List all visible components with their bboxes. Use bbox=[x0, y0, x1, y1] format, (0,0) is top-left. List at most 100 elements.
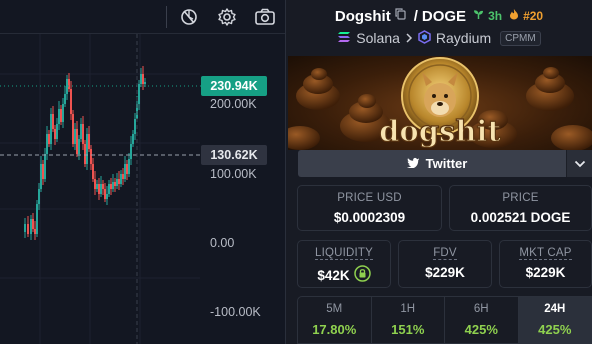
candle-body bbox=[76, 129, 78, 154]
candle-body bbox=[30, 219, 32, 234]
flame-icon bbox=[509, 7, 519, 25]
candle-body bbox=[102, 184, 104, 189]
base-token-name[interactable]: Dogshit bbox=[335, 8, 391, 25]
candle-body bbox=[112, 182, 114, 189]
candle-body bbox=[132, 134, 134, 144]
trending-rank[interactable]: #20 bbox=[523, 9, 543, 23]
seedling-icon bbox=[473, 7, 484, 25]
candle-body bbox=[70, 89, 72, 114]
tab-label: 5M bbox=[326, 303, 343, 315]
candle-body bbox=[64, 94, 66, 104]
raydium-icon bbox=[418, 29, 431, 47]
candle-body bbox=[54, 129, 56, 139]
chart-toolbar bbox=[0, 0, 285, 34]
candle-body bbox=[27, 224, 29, 234]
candle-body bbox=[114, 182, 116, 186]
tab-24h[interactable]: 24H 425% bbox=[518, 297, 591, 343]
candle-body bbox=[92, 164, 94, 179]
fdv-label[interactable]: FDV bbox=[433, 247, 457, 260]
candle-body bbox=[140, 74, 142, 84]
candle-body bbox=[74, 129, 76, 144]
price-native-label: PRICE bbox=[502, 192, 539, 204]
pair-age: 3h bbox=[488, 9, 503, 23]
liquidity-value: $42K bbox=[317, 267, 350, 283]
price-change-value: 17.80% bbox=[312, 322, 357, 337]
candle-body bbox=[88, 134, 90, 149]
quote-token-name: DOGE bbox=[421, 7, 467, 25]
solana-icon bbox=[337, 30, 351, 46]
candle-body bbox=[50, 114, 52, 144]
social-expand-button[interactable] bbox=[566, 150, 592, 177]
tab-label: 24H bbox=[544, 303, 566, 315]
chevron-right-icon bbox=[405, 30, 413, 46]
tab-label: 1H bbox=[400, 303, 416, 315]
candle-body bbox=[98, 184, 100, 194]
candle-body bbox=[36, 204, 38, 234]
compare-icon[interactable] bbox=[176, 4, 202, 30]
camera-icon[interactable] bbox=[252, 4, 278, 30]
dex-name[interactable]: Raydium bbox=[436, 30, 491, 46]
candle-body bbox=[60, 109, 62, 122]
candle-body bbox=[100, 184, 102, 194]
tab-label: 6H bbox=[473, 303, 489, 315]
crosshair-price-tag: 130.62K bbox=[201, 145, 267, 165]
candle-body bbox=[144, 82, 146, 84]
tab-5m[interactable]: 5M 17.80% bbox=[298, 297, 372, 343]
candle-body bbox=[68, 79, 70, 89]
price-chart-pane[interactable]: 200.00K 100.00K 0.00 -100.00K 230.94K 13… bbox=[0, 0, 285, 344]
twitter-label: Twitter bbox=[425, 156, 468, 171]
price-usd-label: PRICE USD bbox=[337, 192, 402, 204]
candle-body bbox=[124, 164, 126, 179]
price-change-value: 425% bbox=[538, 322, 572, 337]
candle-body bbox=[86, 134, 88, 164]
candle-body bbox=[106, 194, 108, 199]
twitter-button[interactable]: Twitter bbox=[298, 150, 576, 177]
tab-1h[interactable]: 1H 151% bbox=[372, 297, 445, 343]
candle-body bbox=[116, 179, 118, 186]
fdv-value: $229K bbox=[425, 265, 465, 280]
pair-info-pane: Dogshit / DOGE 3h #20 Solana Raydium CPM… bbox=[286, 0, 592, 344]
candle-body bbox=[80, 124, 82, 139]
candle-body bbox=[40, 164, 42, 189]
candle-body bbox=[46, 134, 48, 154]
candle-body bbox=[72, 114, 74, 144]
candle-body bbox=[118, 179, 120, 184]
chain-dex-row: Solana Raydium CPMM bbox=[286, 28, 592, 48]
pair-title-row: Dogshit / DOGE 3h #20 bbox=[286, 6, 592, 26]
candle-body bbox=[120, 174, 122, 184]
candle-body bbox=[56, 124, 58, 139]
candle-body bbox=[38, 189, 40, 204]
liquidity-box: LIQUIDITY $42K bbox=[297, 240, 391, 288]
pair-separator: / bbox=[413, 7, 418, 25]
tab-6h[interactable]: 6H 425% bbox=[445, 297, 519, 343]
token-banner-image: dogshit bbox=[288, 56, 592, 150]
lock-icon[interactable] bbox=[353, 265, 371, 285]
candle-body bbox=[82, 124, 84, 144]
candle-body bbox=[122, 174, 124, 179]
fdv-box: FDV $229K bbox=[398, 240, 492, 288]
candle-body bbox=[32, 219, 34, 229]
market-cap-box: MKT CAP $229K bbox=[499, 240, 592, 288]
candle-body bbox=[44, 154, 46, 179]
market-cap-label[interactable]: MKT CAP bbox=[519, 247, 572, 260]
candle-body bbox=[138, 84, 140, 104]
candle-body bbox=[78, 139, 80, 154]
candle-body bbox=[48, 134, 50, 144]
price-axis-label: 100.00K bbox=[210, 167, 257, 181]
market-cap-value: $229K bbox=[525, 265, 566, 280]
settings-gear-icon[interactable] bbox=[214, 4, 240, 30]
chain-name[interactable]: Solana bbox=[356, 30, 400, 46]
price-native-box: PRICE 0.002521 DOGE bbox=[449, 185, 592, 231]
price-native-value: 0.002521 DOGE bbox=[470, 210, 571, 225]
price-axis-label: 0.00 bbox=[210, 236, 235, 250]
candle-body bbox=[108, 184, 110, 194]
toolbar-divider bbox=[166, 6, 167, 28]
liquidity-label[interactable]: LIQUIDITY bbox=[314, 247, 374, 260]
price-change-value: 151% bbox=[391, 322, 425, 337]
candle-body bbox=[128, 159, 130, 174]
banner-logo-text: dogshit bbox=[379, 114, 501, 148]
copy-icon[interactable] bbox=[395, 7, 406, 25]
candle-body bbox=[104, 189, 106, 199]
candle-body bbox=[90, 149, 92, 164]
candle-body bbox=[34, 229, 36, 234]
